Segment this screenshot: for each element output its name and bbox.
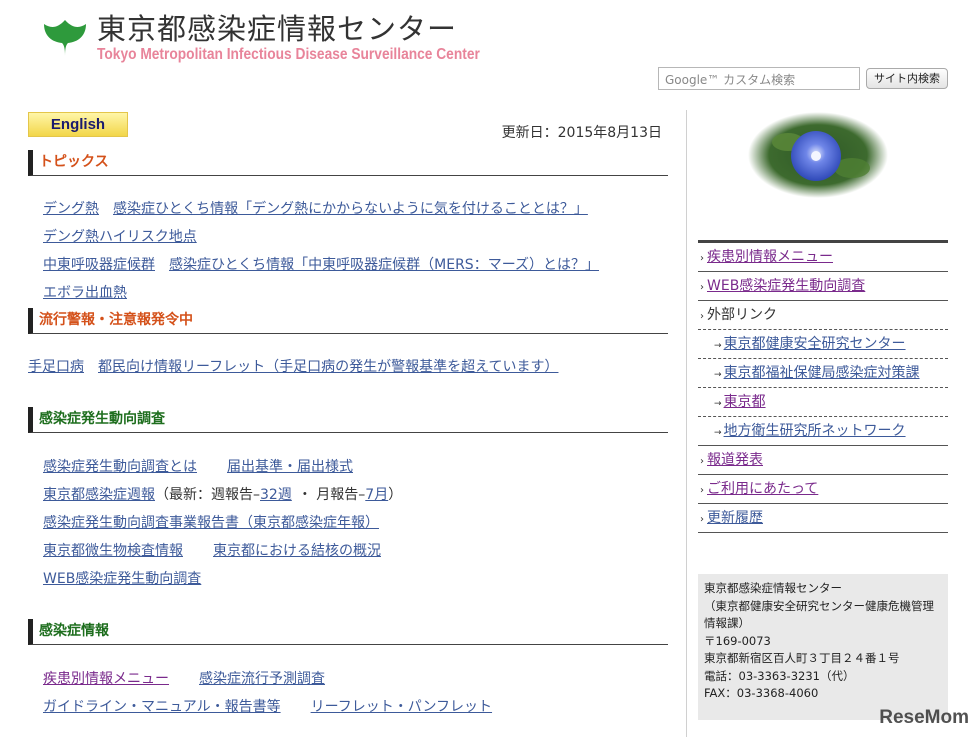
tuberculosis-link[interactable]: 東京都における結核の概況 — [213, 543, 381, 559]
contact-info-box: 東京都感染症情報センター （東京都健康安全研究センター健康危機管理 情報課） 〒… — [698, 574, 948, 720]
arrow-right-icon: › — [700, 514, 704, 525]
leaflets-link[interactable]: リーフレット・パンフレット — [311, 699, 492, 715]
sidebar-link-label[interactable]: 東京都福祉保健局感染症対策課 — [724, 365, 920, 381]
topics-row-1: デング熱 感染症ひとくち情報「デング熱にかからないように気を付けることとは？」 — [43, 198, 602, 218]
ebola-link[interactable]: エボラ出血熱 — [43, 285, 127, 301]
tokyo-ginkgo-logo-icon[interactable] — [42, 12, 88, 58]
small-arrow-icon: → — [714, 370, 722, 380]
topics-row-4: エボラ出血熱 — [43, 282, 141, 302]
annual-report-link[interactable]: 感染症発生動向調査事業報告書（東京都感染症年報） — [43, 515, 379, 531]
alerts-row: 手足口病 都民向け情報リーフレット（手足口病の発生が警報基準を超えています） — [28, 356, 572, 376]
info-row-2: ガイドライン・マニュアル・報告書等 リーフレット・パンフレット — [43, 696, 506, 716]
sidebar-link-label[interactable]: ご利用にあたって — [707, 481, 818, 497]
survey-row-1: 感染症発生動向調査とは 届出基準・届出様式 — [43, 456, 367, 476]
sidebar-link-label[interactable]: 地方衛生研究所ネットワーク — [724, 423, 906, 439]
sidebar-item-ext-tokyo[interactable]: → 東京都 — [698, 388, 948, 417]
sidebar-link-label[interactable]: 更新履歴 — [707, 510, 763, 526]
sidebar-item-web-survey[interactable]: › WEB感染症発生動向調査 — [698, 272, 948, 301]
main-content: English 更新日：2015年8月13日 トピックス デング熱 感染症ひとくち… — [28, 110, 668, 737]
sidebar-item-ext-network[interactable]: → 地方衛生研究所ネットワーク — [698, 417, 948, 446]
arrow-right-icon: › — [700, 485, 704, 496]
mers-info-link[interactable]: 感染症ひとくち情報「中東呼吸器症候群（MERS：マーズ）とは？」 — [169, 257, 599, 273]
notification-criteria-link[interactable]: 届出基準・届出様式 — [227, 459, 353, 475]
guidelines-link[interactable]: ガイドライン・マニュアル・報告書等 — [43, 699, 281, 715]
sidebar-link-label[interactable]: 疾患別情報メニュー — [707, 249, 833, 265]
sidebar-item-press[interactable]: › 報道発表 — [698, 446, 948, 475]
weekly-report-link[interactable]: 東京都感染症週報 — [43, 487, 155, 503]
small-arrow-icon: → — [714, 399, 722, 409]
arrow-right-icon: › — [700, 282, 704, 293]
sidebar-menu: › 疾患別情報メニュー › WEB感染症発生動向調査 › 外部リンク → 東京都健康安全… — [698, 240, 948, 533]
sidebar-link-label[interactable]: WEB感染症発生動向調査 — [707, 278, 865, 294]
alerts-heading: 流行警報・注意報発令中 — [28, 308, 668, 334]
arrow-right-icon: › — [700, 456, 704, 467]
arrow-right-icon: › — [700, 311, 704, 322]
topics-row-2: デング熱ハイリスク地点 — [43, 226, 211, 246]
hfmd-leaflet-link[interactable]: 都民向け情報リーフレット（手足口病の発生が警報基準を超えています） — [98, 359, 558, 375]
topics-row-3: 中東呼吸器症候群 感染症ひとくち情報「中東呼吸器症候群（MERS：マーズ）とは？」 — [43, 254, 613, 274]
sidebar-item-history[interactable]: › 更新履歴 — [698, 504, 948, 533]
contact-org-line-2: 情報課） — [704, 616, 750, 630]
sidebar-section-label: 外部リンク — [707, 307, 777, 323]
column-divider — [686, 110, 687, 737]
morning-glory-image — [748, 112, 888, 198]
small-arrow-icon: → — [714, 341, 722, 351]
weekly-report-label: （最新：週報告– — [155, 487, 260, 503]
info-row-1: 疾患別情報メニュー 感染症流行予測調査 — [43, 668, 339, 688]
dengue-high-risk-link[interactable]: デング熱ハイリスク地点 — [43, 229, 197, 245]
sidebar-item-ext-welfare[interactable]: → 東京都福祉保健局感染症対策課 — [698, 359, 948, 388]
contact-address: 東京都新宿区百人町３丁目２４番１号 — [704, 651, 900, 665]
week-32-link[interactable]: 32週 — [260, 487, 292, 503]
sidebar-item-disease-menu[interactable]: › 疾患別情報メニュー — [698, 243, 948, 272]
survey-row-3: 感染症発生動向調査事業報告書（東京都感染症年報） — [43, 512, 393, 532]
info-heading: 感染症情報 — [28, 619, 668, 645]
search-input[interactable]: Google™ カスタム検索 — [658, 67, 860, 90]
site-title-en: Tokyo Metropolitan Infectious Disease Su… — [97, 46, 480, 63]
dengue-link[interactable]: デング熱 — [43, 201, 99, 217]
resemom-watermark: ReseMom — [879, 707, 969, 728]
contact-org-line-1: （東京都健康安全研究センター健康危機管理 — [704, 598, 934, 613]
microbe-test-link[interactable]: 東京都微生物検査情報 — [43, 543, 183, 559]
arrow-right-icon: › — [700, 253, 704, 264]
update-date: 更新日：2015年8月13日 — [501, 125, 662, 141]
dengue-info-link[interactable]: 感染症ひとくち情報「デング熱にかからないように気を付けることとは？」 — [113, 201, 588, 217]
site-search-button[interactable]: サイト内検索 — [866, 68, 948, 89]
web-survey-link[interactable]: WEB感染症発生動向調査 — [43, 571, 201, 587]
sidebar-link-label[interactable]: 東京都健康安全研究センター — [724, 336, 906, 352]
contact-zip: 〒169-0073 — [704, 633, 771, 648]
survey-about-link[interactable]: 感染症発生動向調査とは — [43, 459, 197, 475]
sidebar-link-label[interactable]: 東京都 — [724, 394, 766, 410]
survey-row-5: WEB感染症発生動向調査 — [43, 568, 215, 588]
hfmd-link[interactable]: 手足口病 — [28, 359, 84, 375]
disease-menu-link[interactable]: 疾患別情報メニュー — [43, 671, 169, 687]
topics-heading: トピックス — [28, 150, 668, 176]
sidebar-item-usage[interactable]: › ご利用にあたって — [698, 475, 948, 504]
contact-fax: FAX：03-3368-4060 — [704, 686, 819, 700]
mers-link[interactable]: 中東呼吸器症候群 — [43, 257, 155, 273]
sidebar-link-label[interactable]: 報道発表 — [707, 452, 763, 468]
survey-row-2: 東京都感染症週報（最新：週報告–32週・ 月報告–7月） — [43, 484, 402, 504]
report-close-paren: ） — [388, 487, 403, 503]
monthly-report-label: ・ 月報告– — [297, 487, 366, 503]
survey-row-4: 東京都微生物検査情報 東京都における結核の概況 — [43, 540, 395, 560]
epidemic-forecast-link[interactable]: 感染症流行予測調査 — [199, 671, 325, 687]
contact-tel: 電話：03-3363-3231（代） — [704, 668, 855, 683]
site-header: 東京都感染症情報センター Tokyo Metropolitan Infectio… — [0, 0, 979, 100]
site-title-ja[interactable]: 東京都感染症情報センター — [97, 6, 457, 48]
month-7-link[interactable]: 7月 — [365, 487, 388, 503]
contact-name: 東京都感染症情報センター — [704, 581, 842, 595]
english-button[interactable]: English — [28, 112, 128, 137]
sidebar-item-ext-health-center[interactable]: → 東京都健康安全研究センター — [698, 330, 948, 359]
survey-heading: 感染症発生動向調査 — [28, 407, 668, 433]
small-arrow-icon: → — [714, 428, 722, 438]
sidebar-item-external-links: › 外部リンク — [698, 301, 948, 330]
